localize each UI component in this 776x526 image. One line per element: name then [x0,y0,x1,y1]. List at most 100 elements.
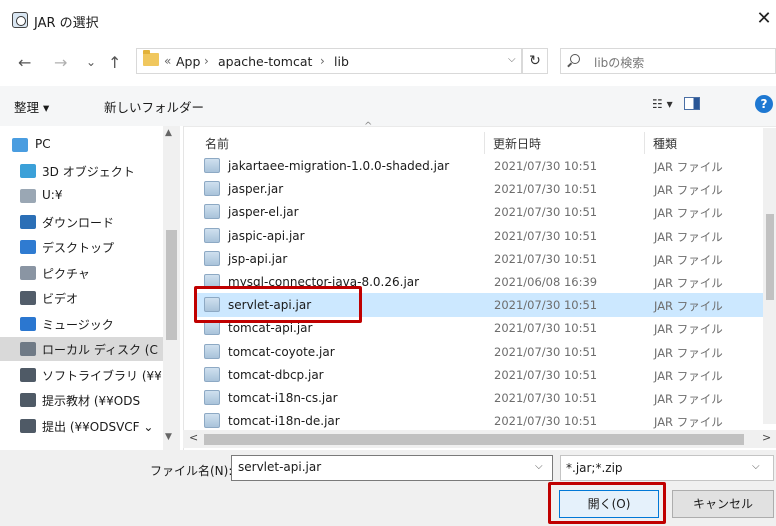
search-input[interactable] [560,48,776,74]
scroll-down-arrow-icon[interactable]: ▼ [165,432,172,442]
file-row[interactable]: tomcat-i18n-cs.jar 2021/07/30 10:51 JAR ファ… [194,386,770,410]
organize-menu-button[interactable]: 整理 ▾ [14,97,49,116]
filename-input[interactable]: servlet-api.jar [231,455,553,481]
file-name: jaspic-api.jar [228,228,305,243]
nav-item[interactable]: ミュージック [0,312,175,336]
cancel-button[interactable]: キャンセル [672,490,774,518]
nav-item[interactable]: ビデオ [0,286,175,310]
new-folder-button[interactable]: 新しいフォルダー [104,97,204,116]
nav-pane-scroll-thumb[interactable] [166,230,177,340]
breadcrumb-overflow[interactable]: « [164,54,171,68]
column-header-date[interactable]: 更新日時 [493,135,541,152]
file-date: 2021/07/30 10:51 [494,344,598,359]
help-button[interactable]: ? [755,95,773,113]
file-type: JAR ファイル [654,206,723,221]
file-date: 2021/07/30 10:51 [494,159,598,173]
file-type-dropdown-icon[interactable]: ⌵ [752,461,760,472]
nav-item-label: 提示教材 (¥¥ODS [42,394,141,408]
folder-icon [143,50,159,66]
file-list-scroll-thumb[interactable] [766,214,774,300]
network-drive-icon [20,367,36,382]
file-date: 2021/07/30 10:51 [494,298,598,313]
up-folder-arrow-icon[interactable]: ↑ [108,53,121,72]
column-header-type[interactable]: 種類 [653,135,677,152]
forward-arrow-icon[interactable]: → [54,53,67,72]
file-type-value: *.jar;*.zip [566,461,623,475]
file-type: JAR ファイル [654,345,723,360]
window-title: JAR の選択 [34,16,99,31]
nav-item[interactable]: 提示教材 (¥¥ODS [0,388,175,412]
file-date: 2021/07/30 10:51 [494,182,598,197]
breadcrumb-lib[interactable]: lib [334,54,349,69]
search-icon [570,54,580,64]
sort-ascending-icon: ^ [364,121,373,132]
highlight-open-button [548,482,666,524]
breadcrumb-separator[interactable]: › [204,54,209,68]
file-row[interactable]: jasper-el.jar 2021/07/30 10:51 JAR ファイル [194,200,770,224]
address-dropdown-icon[interactable]: ⌵ [508,54,516,65]
preview-pane-icon[interactable] [684,97,700,110]
title-bar [0,0,776,38]
file-type: JAR ファイル [654,276,723,290]
close-button[interactable]: ✕ [752,6,776,32]
nav-item[interactable]: デスクトップ [0,235,175,259]
file-name: tomcat-i18n-de.jar [228,414,340,429]
jar-file-icon [204,343,220,359]
videos-icon [20,291,36,305]
nav-item[interactable]: ローカル ディスク (C [0,337,175,361]
file-name: jasper.jar [228,182,284,197]
file-date: 2021/07/30 10:51 [494,367,598,382]
file-type: JAR ファイル [654,183,723,198]
nav-item[interactable]: U:¥ [0,184,175,208]
3d-objects-icon [20,163,36,178]
file-row[interactable]: tomcat-coyote.jar 2021/07/30 10:51 JAR ファイ… [194,340,770,364]
breadcrumb-separator[interactable]: › [320,54,325,68]
column-divider[interactable] [484,132,485,154]
nav-item-label: ダウンロード [42,215,115,230]
file-name: tomcat-coyote.jar [228,344,335,359]
file-row[interactable]: jasper.jar 2021/07/30 10:51 JAR ファイル [194,177,770,201]
jar-file-icon [204,158,220,173]
nav-item-label: デスクトップ [42,241,115,255]
file-row[interactable]: jaspic-api.jar 2021/07/30 10:51 JAR ファイル [194,224,770,248]
breadcrumb-app[interactable]: App [176,54,200,69]
file-type: JAR ファイル [654,252,723,267]
highlight-selected-file [194,286,362,323]
filename-label: ファイル名(N): [150,464,233,478]
nav-item[interactable]: ピクチャ [0,261,175,285]
network-drive-icon [20,418,36,433]
nav-item[interactable]: 提出 (¥¥ODSVCF ⌄ [0,414,175,438]
scroll-left-arrow-icon[interactable]: < [189,431,198,444]
app-icon [12,12,28,28]
nav-item-label: ピクチャ [42,266,90,281]
nav-item[interactable]: PC [0,133,175,157]
back-arrow-icon[interactable]: ← [18,53,31,72]
recent-locations-chevron-icon[interactable]: ⌄ [86,55,96,69]
filename-dropdown-icon[interactable]: ⌵ [535,461,543,472]
horizontal-scroll-thumb[interactable] [204,434,744,445]
column-divider[interactable] [644,132,645,154]
file-row[interactable]: tomcat-dbcp.jar 2021/07/30 10:51 JAR ファイル [194,363,770,387]
nav-item-label: 提出 (¥¥ODSVCF ⌄ [42,419,154,434]
file-row[interactable]: jsp-api.jar 2021/07/30 10:51 JAR ファイル [194,247,770,271]
column-header-name[interactable]: 名前 [205,135,229,152]
nav-item[interactable]: ダウンロード [0,210,175,234]
jar-file-icon [204,366,220,382]
nav-item[interactable]: 3D オブジェクト [0,159,175,183]
scroll-up-arrow-icon[interactable]: ▲ [165,128,172,138]
file-row[interactable]: jakartaee-migration-1.0.0-shaded.jar 2021… [194,154,770,178]
jar-file-icon [204,413,220,429]
refresh-button[interactable]: ↻ [522,48,548,74]
nav-item-label: ソフトライブラリ (¥¥ [42,368,162,383]
file-name: tomcat-i18n-cs.jar [228,391,338,405]
file-type: JAR ファイル [654,160,723,174]
pc-icon [12,138,28,152]
jar-file-icon [204,204,220,220]
jar-file-icon [204,250,220,266]
scroll-right-arrow-icon[interactable]: > [762,431,771,444]
file-date: 2021/07/30 10:51 [494,414,598,429]
breadcrumb-apache-tomcat[interactable]: apache-tomcat [218,54,312,69]
view-options-button[interactable]: ☷ ▾ [652,97,673,111]
file-date: 2021/07/30 10:51 [494,228,598,243]
nav-item[interactable]: ソフトライブラリ (¥¥ [0,363,175,387]
